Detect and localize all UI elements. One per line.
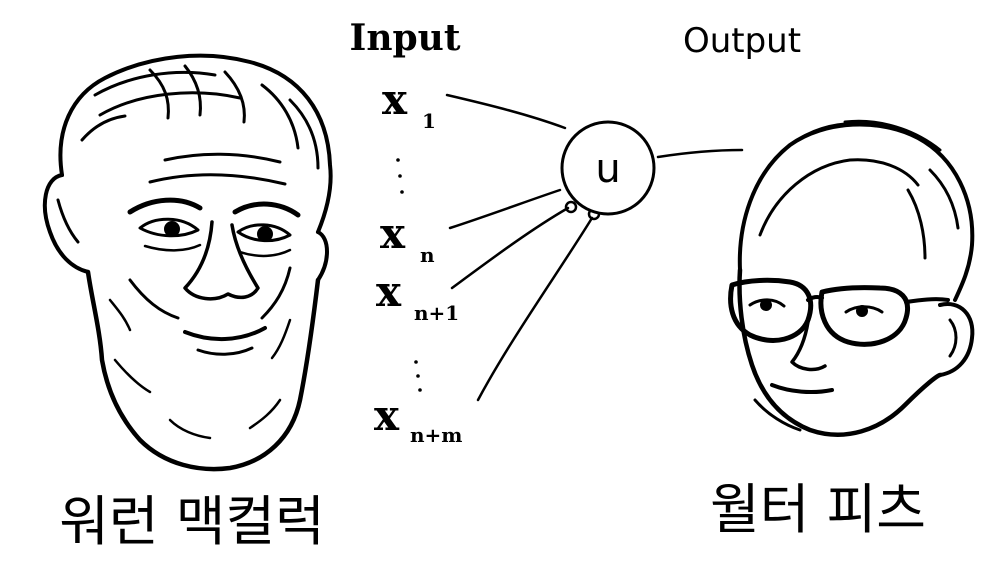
connection-line-xn1: [450, 206, 570, 290]
connection-line-xnm: [476, 216, 594, 402]
vertical-ellipsis-lower: [414, 360, 422, 392]
connection-line-x1: [445, 93, 567, 130]
neuron-diagram: u Input Output x 1 x n x n+1 x n+m 워런 맥컬…: [42, 17, 975, 553]
glasses-man-portrait: [728, 119, 975, 437]
diagram-canvas: u Input Output x 1 x n x n+1 x n+m 워런 맥컬…: [0, 0, 1008, 583]
input-label-xnm: x n+m: [374, 391, 462, 447]
output-connection-line: [656, 148, 744, 159]
input-label-xn: x n: [380, 209, 435, 267]
input-var: x: [376, 267, 402, 316]
neuron-label: u: [595, 146, 620, 192]
left-person-name: 워런 맥컬럭: [59, 490, 325, 553]
input-label-xn1: x n+1: [376, 267, 459, 325]
input-var: x: [374, 391, 400, 440]
input-label-x1: x 1: [382, 75, 436, 133]
vertical-ellipsis-upper: [396, 158, 404, 194]
input-var: x: [380, 209, 406, 258]
input-sub: n+m: [410, 423, 462, 447]
input-var: x: [382, 75, 408, 124]
input-sub: n: [420, 243, 435, 267]
bearded-man-portrait: [42, 53, 333, 472]
right-person-name: 월터 피츠: [710, 478, 926, 541]
output-heading: Output: [683, 21, 801, 61]
input-sub: n+1: [414, 301, 459, 325]
input-heading: Input: [350, 17, 461, 59]
input-sub: 1: [422, 109, 436, 133]
